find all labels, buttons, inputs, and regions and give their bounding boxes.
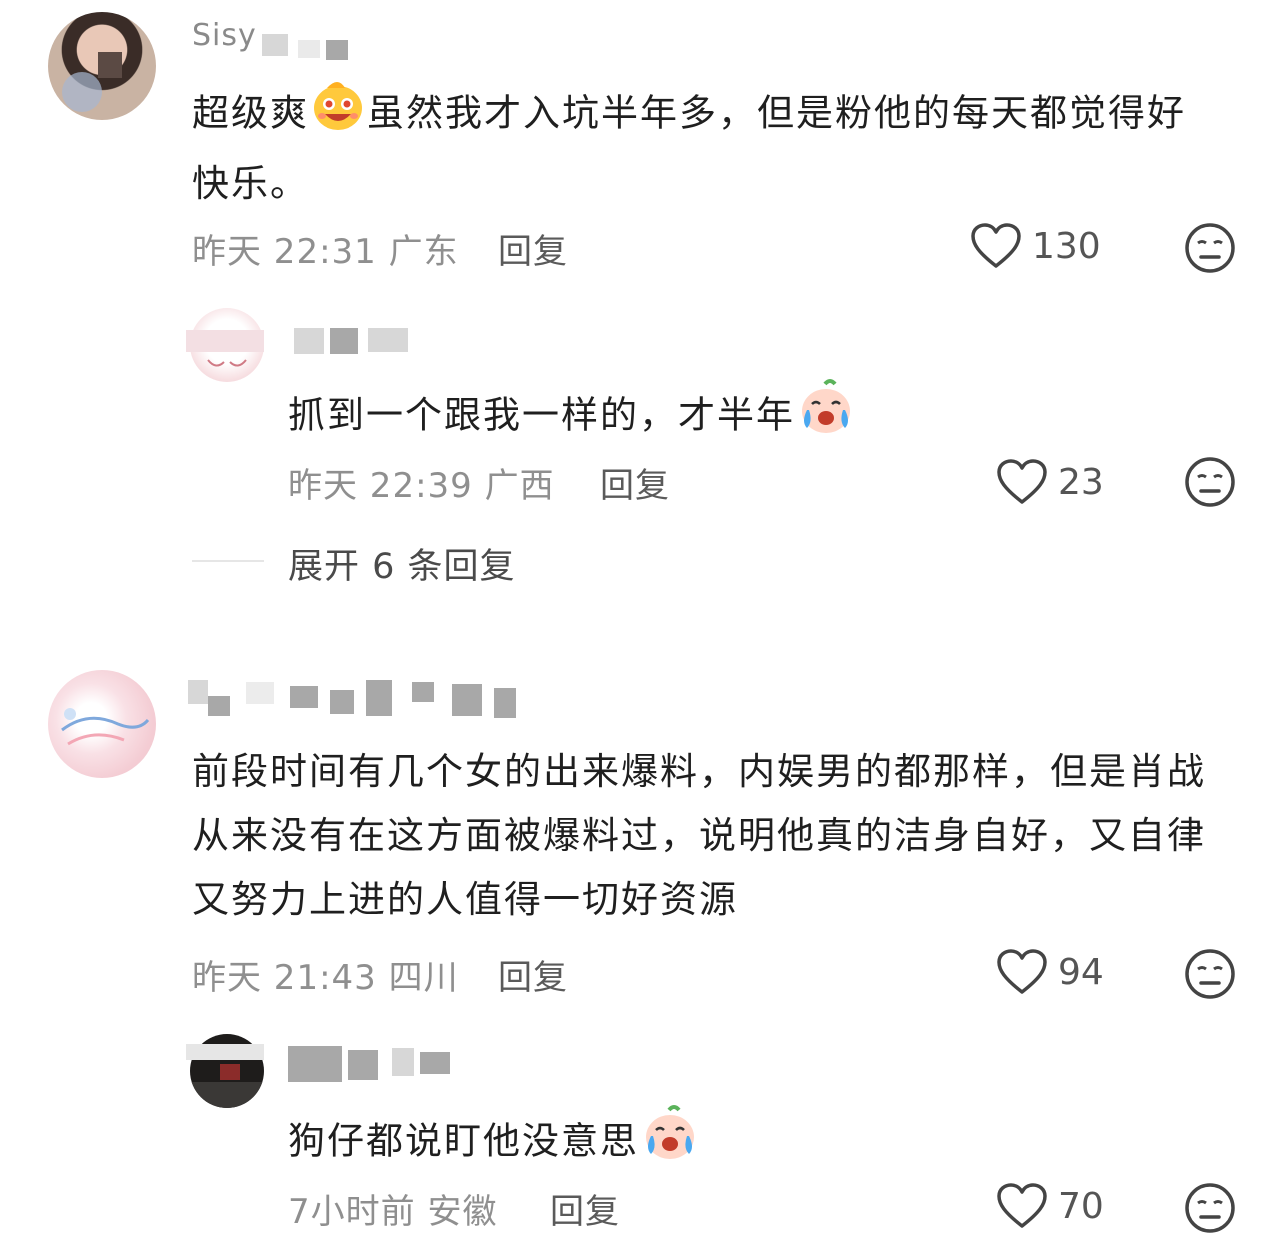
username[interactable]: Sisy [192, 18, 257, 53]
like-button[interactable]: 23 [996, 458, 1104, 506]
reply-button[interactable]: 回复 [498, 950, 568, 999]
location-label: 广东 [388, 232, 459, 272]
username-mosaic [298, 40, 320, 58]
username-mosaic [246, 682, 274, 704]
time-label: 昨天 22:31 [192, 232, 377, 272]
reply-text: 狗仔都说盯他没意思 [288, 1104, 1188, 1182]
expand-divider [192, 560, 264, 562]
reply-button[interactable]: 回复 [600, 458, 670, 507]
meh-face-icon[interactable] [1184, 948, 1236, 1000]
username-mosaic [368, 328, 408, 352]
comment-text: 超级爽 虽然我才入坑半年多，但是粉他的每天都觉得好快乐。 [192, 78, 1222, 216]
heart-outline-icon [997, 459, 1047, 504]
username-mosaic [294, 328, 324, 354]
like-count: 94 [1058, 951, 1104, 993]
crying-emoji [797, 378, 855, 456]
like-count: 23 [1058, 461, 1104, 503]
username-mosaic [452, 684, 482, 716]
heart-outline-icon [997, 949, 1047, 994]
heart-outline-icon [971, 223, 1021, 268]
reply-button[interactable]: 回复 [550, 1184, 620, 1233]
heart-outline-icon [997, 1183, 1047, 1228]
meh-face-icon[interactable] [1184, 456, 1236, 508]
username-mosaic [188, 680, 208, 704]
like-button[interactable]: 94 [996, 948, 1104, 996]
avatar-illustration [61, 708, 150, 746]
username-mosaic [186, 1044, 264, 1060]
time-label: 昨天 22:39 [288, 466, 473, 506]
reply-text-content: 狗仔都说盯他没意思 [288, 1119, 639, 1163]
comment-text: 前段时间有几个女的出来爆料，内娱男的都那样，但是肖战从来没有在这方面被爆料过，说… [192, 750, 1206, 921]
time-label: 昨天 21:43 [192, 958, 377, 998]
username-mosaic [208, 696, 230, 716]
comment-text-part1: 超级爽 [192, 91, 309, 135]
avatar[interactable] [48, 12, 156, 120]
grinning-emoji [311, 78, 365, 152]
avatar[interactable] [48, 670, 156, 778]
comment-time: 昨天 22:31 广东 [192, 224, 459, 273]
username-mosaic [494, 688, 516, 718]
reply-button[interactable]: 回复 [498, 224, 568, 273]
username-mosaic [326, 40, 348, 60]
reply-time: 昨天 22:39 广西 [288, 458, 555, 507]
username-mosaic [186, 330, 264, 352]
time-label: 7小时前 [288, 1192, 416, 1232]
username-mosaic [392, 1048, 414, 1076]
comment-1: Sisy 超级爽 虽然我才入坑半年多，但是粉他的每天都觉得好快乐。 昨天 22:3… [0, 0, 1284, 600]
like-count: 70 [1058, 1185, 1104, 1227]
expand-replies-button[interactable]: 展开 6 条回复 [288, 538, 516, 589]
reply-time: 7小时前 安徽 [288, 1184, 497, 1233]
username-mosaic [412, 682, 434, 702]
username-mosaic [348, 1050, 378, 1080]
username-mosaic [366, 680, 392, 716]
reply-text: 抓到一个跟我一样的，才半年 [288, 378, 1188, 456]
username-mosaic [290, 686, 318, 708]
like-count: 130 [1032, 225, 1101, 267]
like-button[interactable]: 130 [970, 222, 1101, 270]
reply-avatar[interactable] [190, 1034, 264, 1108]
username-mosaic [262, 34, 288, 56]
location-label: 广西 [484, 466, 555, 506]
username-mosaic [420, 1052, 450, 1074]
like-button[interactable]: 70 [996, 1182, 1104, 1230]
username-mosaic [330, 328, 358, 354]
reply-text-content: 抓到一个跟我一样的，才半年 [288, 393, 795, 437]
username-mosaic [288, 1046, 342, 1082]
meh-face-icon[interactable] [1184, 222, 1236, 274]
meh-face-icon[interactable] [1184, 1182, 1236, 1234]
comment-time: 昨天 21:43 四川 [192, 950, 459, 999]
location-label: 四川 [388, 958, 459, 998]
crying-emoji [641, 1104, 699, 1182]
username-mosaic [330, 690, 354, 714]
location-label: 安徽 [427, 1192, 498, 1232]
